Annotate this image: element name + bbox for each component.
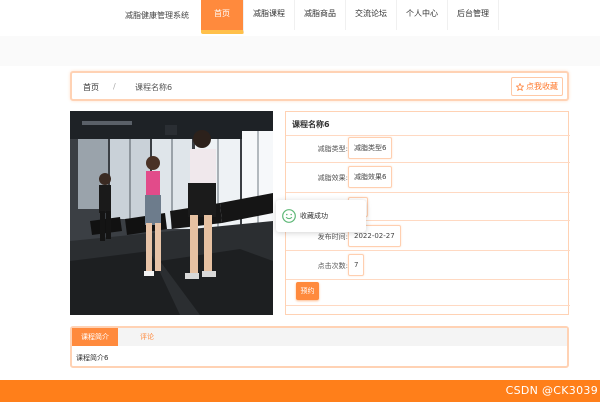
tab-bar: 课程简介 评论 [72,328,567,346]
favorite-button-label: 点我收藏 [526,82,558,91]
fat-type-label: 减脂类型: [317,145,348,153]
tab-content-text: 课程简介6 [76,354,109,362]
publish-time-label: 发布时间: [317,233,348,241]
course-image [70,111,273,315]
nav-item-courses[interactable]: 减脂课程 [244,0,295,30]
nav-item-products[interactable]: 减脂商品 [295,0,346,30]
favorite-button[interactable]: 点我收藏 [511,77,563,96]
course-tabs: 课程简介 评论 课程简介6 [70,326,569,368]
divider [286,305,570,306]
top-navbar: 减脂健康管理系统 首页 减脂课程 减脂商品 交流论坛 个人中心 后台管理 [0,0,600,36]
divider [286,250,570,251]
breadcrumb: 首页 / 课程名称6 点我收藏 [70,71,569,101]
main-nav: 首页 减脂课程 减脂商品 交流论坛 个人中心 后台管理 [201,0,499,34]
smile-icon [282,209,296,223]
fat-type-value: 减脂类型6 [348,137,393,159]
nav-item-user-center[interactable]: 个人中心 [397,0,448,30]
nav-item-home[interactable]: 首页 [201,0,244,34]
breadcrumb-home-link[interactable]: 首页 [83,82,99,93]
breadcrumb-separator: / [113,82,116,91]
divider [286,162,570,163]
star-icon [516,82,524,91]
brand-title: 减脂健康管理系统 [125,11,189,20]
nav-item-forum[interactable]: 交流论坛 [346,0,397,30]
watermark: CSDN @CK3039 [505,384,598,397]
nav-item-admin[interactable]: 后台管理 [448,0,499,30]
course-title: 课程名称6 [292,120,330,129]
footer-bar: CSDN @CK3039 [0,380,600,402]
divider [286,192,570,193]
banner-gap [0,36,600,66]
gym-treadmill-photo [70,111,273,315]
fat-effect-label: 减脂效果: [317,174,348,182]
book-button[interactable]: 预约 [296,282,319,300]
toast-message: 收藏成功 [276,200,366,232]
click-count-label: 点击次数: [317,262,348,270]
divider [286,135,570,136]
breadcrumb-current: 课程名称6 [135,83,173,92]
tab-comments[interactable]: 评论 [132,328,162,346]
tab-course-intro[interactable]: 课程简介 [72,328,118,346]
fat-effect-value: 减脂效果6 [348,166,393,188]
toast-text: 收藏成功 [300,212,328,220]
click-count-value: 7 [348,254,365,276]
divider [286,279,570,280]
